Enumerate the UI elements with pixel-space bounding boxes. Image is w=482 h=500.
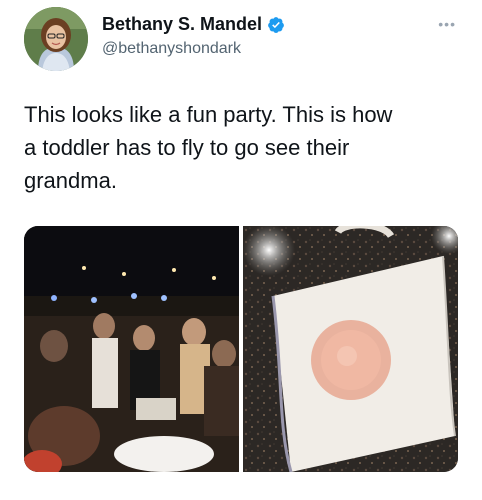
tweet-text: This looks like a fun party. This is how…	[24, 102, 393, 193]
author-display-name[interactable]: Bethany S. Mandel	[102, 14, 262, 35]
more-options-icon[interactable]: •••	[438, 16, 456, 32]
author-handle[interactable]: @bethanyshondark	[102, 40, 241, 58]
party-photo[interactable]	[24, 226, 239, 472]
mask-photo[interactable]	[243, 226, 458, 472]
verified-badge-icon	[267, 16, 285, 34]
media-grid	[24, 226, 458, 472]
avatar[interactable]	[24, 7, 88, 71]
tweet-card[interactable]: Bethany S. Mandel @bethanyshondark ••• T…	[0, 0, 482, 500]
